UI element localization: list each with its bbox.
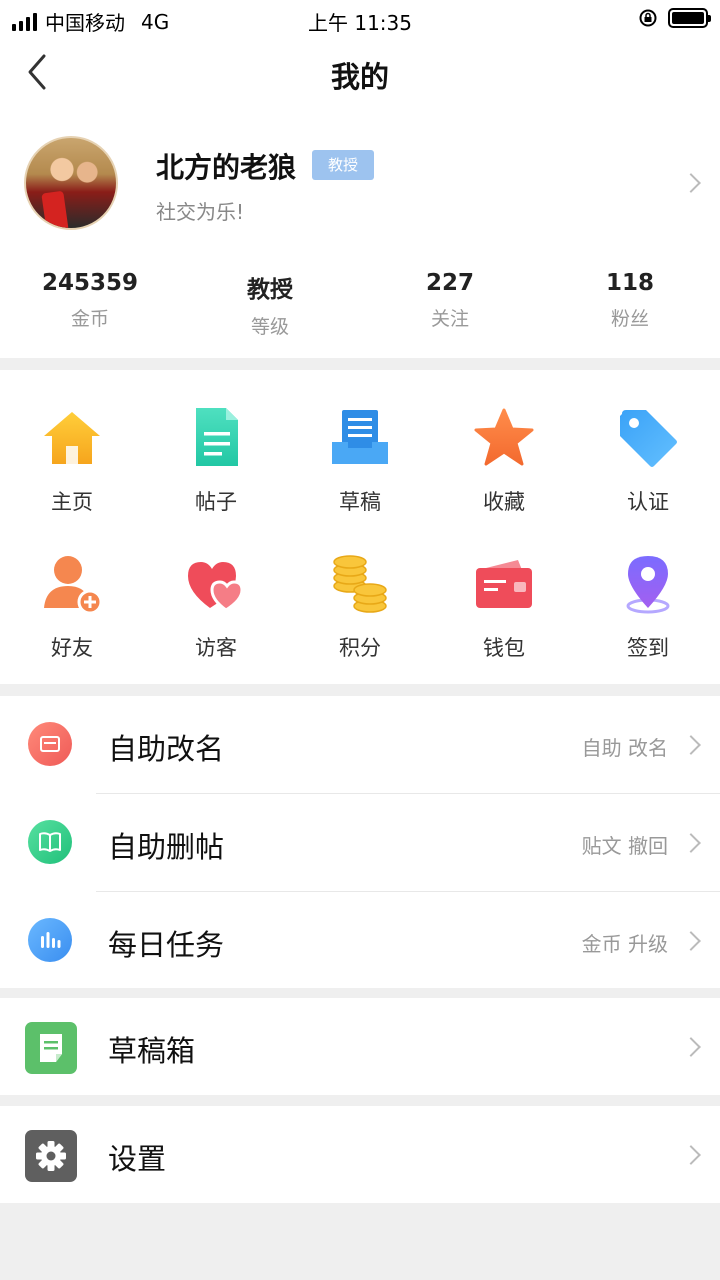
list-item-delete-post[interactable]: 自助删帖 贴文 撤回 — [0, 794, 720, 891]
chevron-right-icon — [681, 931, 701, 951]
card-icon — [28, 722, 72, 766]
chevron-right-icon — [681, 735, 701, 755]
document-icon — [196, 408, 238, 466]
note-icon — [25, 1022, 77, 1074]
grid-label: 收藏 — [483, 490, 525, 514]
grid-item-home[interactable]: 主页 — [0, 406, 144, 516]
list-label: 自助改名 — [108, 732, 225, 766]
list-hint: 自助 改名 — [581, 736, 668, 760]
profile-card: 北方的老狼 教授 社交为乐! 245359 金币 教授 等级 227 关注 11… — [0, 110, 720, 358]
grid-label: 帖子 — [195, 490, 237, 514]
grid-item-points[interactable]: 积分 — [288, 552, 432, 662]
book-icon — [28, 820, 72, 864]
list-label: 草稿箱 — [108, 1034, 196, 1068]
grid-label: 认证 — [627, 490, 669, 514]
stat-level[interactable]: 教授 等级 — [180, 270, 360, 339]
stat-fans[interactable]: 118 粉丝 — [540, 270, 720, 339]
profile-header[interactable]: 北方的老狼 教授 社交为乐! — [0, 110, 720, 260]
chevron-right-icon — [681, 173, 701, 193]
stat-value: 245359 — [41, 270, 139, 296]
grid-label: 积分 — [339, 636, 381, 660]
avatar[interactable] — [24, 136, 118, 230]
grid-label: 访客 — [195, 636, 237, 660]
wallet-icon — [476, 560, 532, 608]
location-pin-icon — [626, 556, 670, 614]
list-hint: 贴文 撤回 — [581, 834, 668, 858]
status-time: 上午 11:35 — [308, 11, 412, 35]
battery-icon — [668, 8, 711, 28]
stat-value: 227 — [425, 270, 474, 296]
page-title: 我的 — [330, 60, 389, 94]
feature-grid: 主页 帖子 草稿 收藏 认证 好友 访客 积分 钱包 签到 — [0, 370, 720, 684]
stat-value: 118 — [605, 270, 654, 296]
list-label: 自助删帖 — [108, 830, 225, 864]
stat-value: 教授 — [247, 277, 293, 303]
status-right — [638, 8, 711, 28]
chevron-right-icon — [681, 833, 701, 853]
bar-chart-icon — [28, 918, 72, 962]
grid-label: 好友 — [51, 636, 93, 660]
grid-label: 钱包 — [483, 636, 525, 660]
username: 北方的老狼 — [156, 151, 297, 184]
chevron-right-icon — [681, 1037, 701, 1057]
status-bar: 中国移动 4G 上午 11:35 — [0, 0, 720, 38]
list-item-rename[interactable]: 自助改名 自助 改名 — [0, 696, 720, 793]
stats-bar: 245359 金币 教授 等级 227 关注 118 粉丝 — [0, 270, 720, 339]
stat-coins[interactable]: 245359 金币 — [0, 270, 180, 339]
stat-following[interactable]: 227 关注 — [360, 270, 540, 339]
list-label: 设置 — [108, 1142, 167, 1176]
rank-badge: 教授 — [312, 150, 374, 180]
grid-item-drafts[interactable]: 草稿 — [288, 406, 432, 516]
grid-item-visitors[interactable]: 访客 — [144, 552, 288, 662]
stat-label: 粉丝 — [610, 308, 649, 330]
chevron-right-icon — [681, 1145, 701, 1165]
hearts-icon — [188, 562, 244, 612]
list-item-daily-tasks[interactable]: 每日任务 金币 升级 — [0, 892, 720, 989]
tools-list: 自助改名 自助 改名 自助删帖 贴文 撤回 每日任务 金币 升级 — [0, 696, 720, 988]
grid-item-wallet[interactable]: 钱包 — [432, 552, 576, 662]
grid-item-verify[interactable]: 认证 — [576, 406, 720, 516]
stat-label: 等级 — [250, 316, 289, 338]
stat-label: 金币 — [70, 308, 109, 330]
tag-icon — [620, 410, 677, 467]
grid-label: 草稿 — [339, 490, 381, 514]
home-icon — [44, 412, 100, 464]
user-signature: 社交为乐! — [156, 200, 245, 224]
stat-label: 关注 — [430, 308, 469, 330]
add-friend-icon — [44, 556, 103, 615]
list-label: 每日任务 — [108, 928, 225, 962]
list-item-settings[interactable]: 设置 — [0, 1106, 720, 1203]
list-hint: 金币 升级 — [581, 932, 668, 956]
grid-item-favorites[interactable]: 收藏 — [432, 406, 576, 516]
list-item-drafts-box[interactable]: 草稿箱 — [0, 998, 720, 1095]
draft-tray-icon — [332, 410, 388, 464]
star-icon — [474, 408, 534, 466]
grid-item-checkin[interactable]: 签到 — [576, 552, 720, 662]
grid-item-posts[interactable]: 帖子 — [144, 406, 288, 516]
rotation-lock-icon — [639, 9, 657, 27]
grid-item-friends[interactable]: 好友 — [0, 552, 144, 662]
grid-label: 主页 — [51, 490, 93, 514]
gear-icon — [25, 1130, 77, 1182]
grid-label: 签到 — [627, 636, 669, 660]
nav-bar: 我的 — [0, 38, 720, 110]
coins-icon — [333, 555, 387, 613]
